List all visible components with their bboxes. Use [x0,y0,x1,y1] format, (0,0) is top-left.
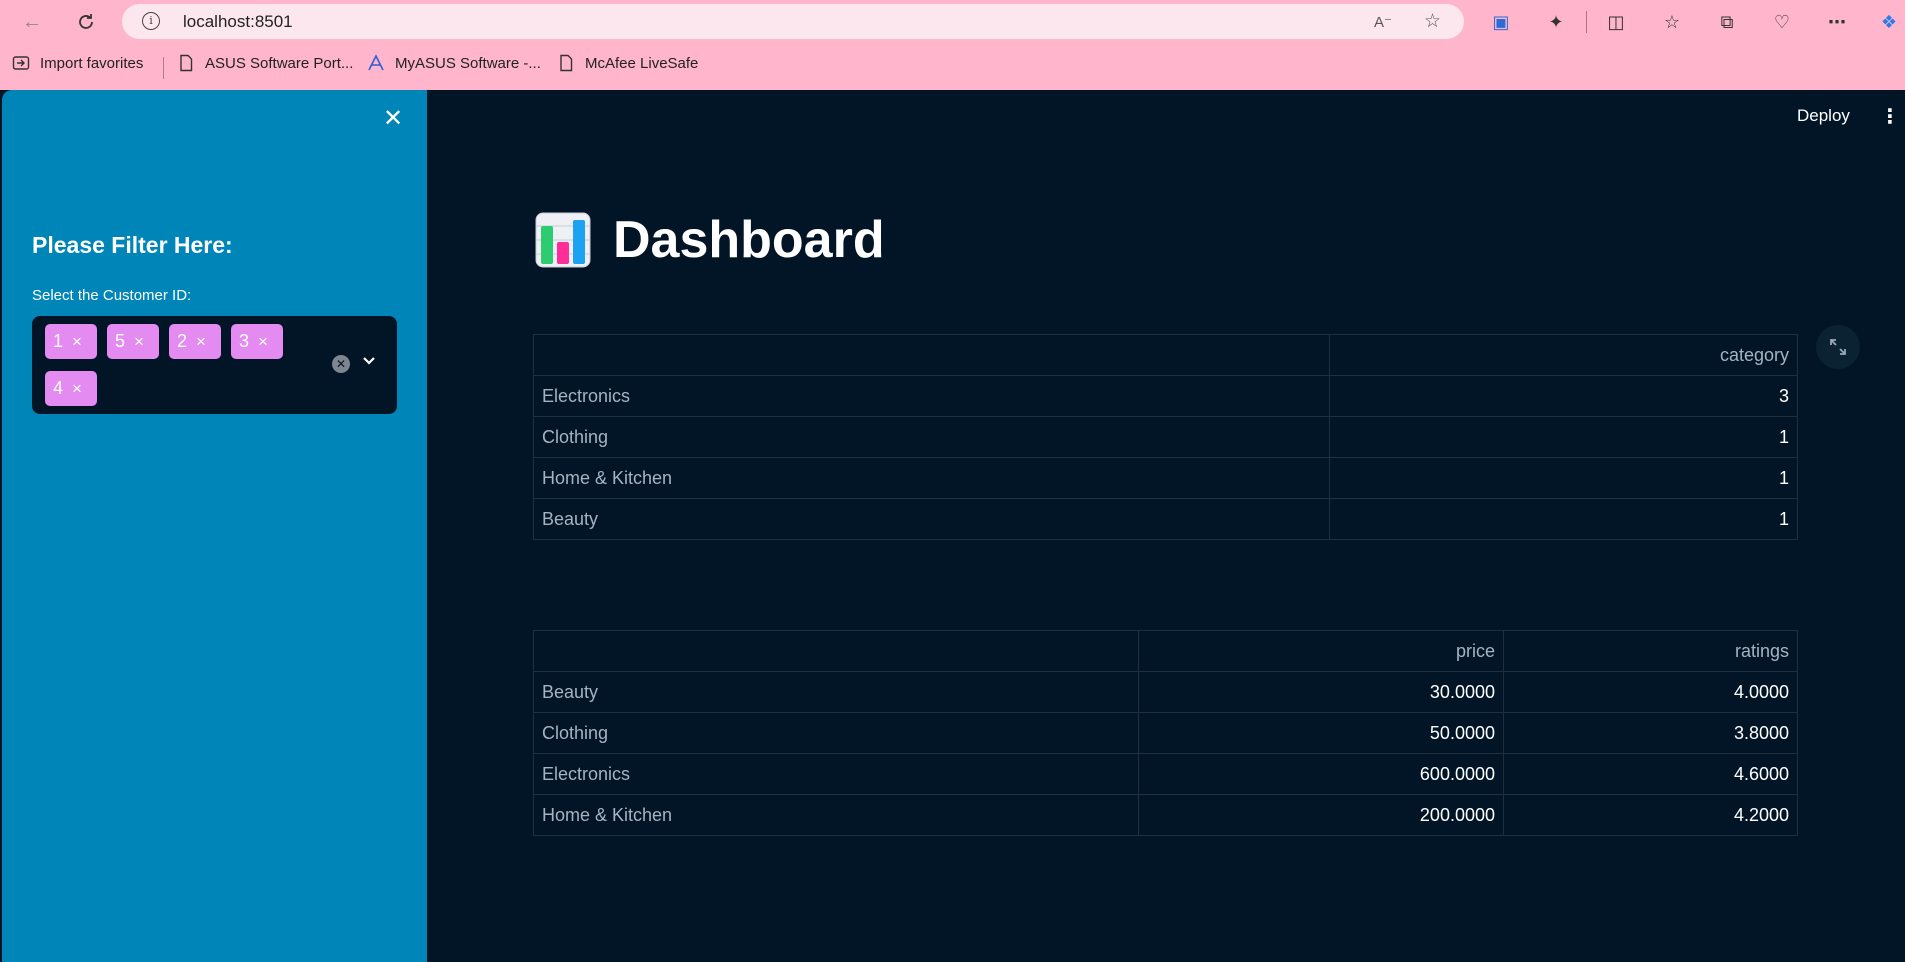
bookmark-mcafee-livesafe[interactable]: McAfee LiveSafe [557,54,698,72]
reload-icon[interactable] [72,8,100,36]
main-content: Deploy ⋮ Dashboard category Electronics … [427,90,1905,962]
category-count-cell: 1 [1329,457,1798,499]
settings-more-icon[interactable]: ⋯ [1824,9,1850,35]
row-index: Electronics [533,753,1139,795]
table-row: Home & Kitchen 1 [533,457,1798,499]
page-icon [560,54,573,72]
customer-id-label: Select the Customer ID: [32,287,192,304]
category-count-table[interactable]: category Electronics 3 Clothing 1 Home &… [533,334,1798,540]
selected-tag: 4 × [45,371,97,406]
table-header-row: category [533,334,1798,376]
expand-icon [1830,339,1846,355]
tag-label: 3 [239,331,250,351]
remove-tag-icon[interactable]: × [72,379,82,399]
ratings-cell: 4.6000 [1503,753,1798,795]
ratings-cell: 4.0000 [1503,671,1798,713]
row-index: Electronics [533,375,1330,417]
bar-chart-icon [535,212,591,268]
favorite-star-icon[interactable]: ☆ [1424,10,1441,33]
page-title: Dashboard [613,211,885,269]
row-index: Beauty [533,671,1139,713]
bookmark-label: Import favorites [40,54,144,72]
ratings-cell: 3.8000 [1503,712,1798,754]
price-ratings-table[interactable]: price ratings Beauty 30.0000 4.0000 Clot… [533,630,1798,836]
bookmark-label: McAfee LiveSafe [585,54,699,72]
remove-tag-icon[interactable]: × [72,332,82,352]
table-header-row: price ratings [533,630,1798,672]
row-index: Clothing [533,416,1330,458]
price-cell: 600.0000 [1138,753,1504,795]
table-row: Home & Kitchen 200.0000 4.2000 [533,794,1798,836]
row-index: Beauty [533,498,1330,540]
price-cell: 200.0000 [1138,794,1504,836]
collections-icon[interactable]: ⧉ [1714,9,1740,35]
selected-tag: 3 × [231,324,283,359]
ratings-cell: 4.2000 [1503,794,1798,836]
back-icon[interactable]: ← [18,8,46,36]
tag-label: 1 [53,331,64,351]
remove-tag-icon[interactable]: × [134,332,144,352]
bookmark-asus-software-portal[interactable]: ASUS Software Port... [177,54,353,72]
import-icon [12,56,30,70]
page-icon [180,54,193,72]
row-index: Clothing [533,712,1139,754]
row-index: Home & Kitchen [533,794,1139,836]
url-text: localhost:8501 [183,12,293,31]
bookmark-label: ASUS Software Port... [205,54,354,72]
remove-tag-icon[interactable]: × [196,332,206,352]
chevron-down-icon[interactable] [362,351,376,372]
index-header [533,630,1139,672]
table-row: Electronics 3 [533,375,1798,417]
screen-cast-icon[interactable]: ▣ [1488,9,1514,35]
table-row: Beauty 30.0000 4.0000 [533,671,1798,713]
bookmark-import-favorites[interactable]: Import favorites [12,54,143,72]
bookmark-label: MyASUS Software -... [395,54,541,72]
myasus-logo-icon [368,54,384,71]
fullscreen-expand-button[interactable] [1816,325,1860,369]
ratings-column-header[interactable]: ratings [1503,630,1798,672]
bookmark-myasus-software[interactable]: MyASUS Software -... [367,54,541,72]
row-index: Home & Kitchen [533,457,1330,499]
tag-label: 4 [53,378,64,398]
clear-all-icon[interactable]: ✕ [332,355,350,373]
deploy-button[interactable]: Deploy [1797,106,1850,126]
browser-health-icon[interactable]: ♡ [1769,9,1795,35]
bookmark-separator [163,57,164,79]
page-header: Dashboard [535,205,885,275]
category-count-cell: 1 [1329,416,1798,458]
selected-tag: 1 × [45,324,97,359]
close-sidebar-icon[interactable]: ✕ [381,107,405,131]
customer-id-multiselect[interactable]: 1 × 5 × 2 × 3 × 4 × ✕ [32,316,397,414]
tag-label: 5 [115,331,126,351]
index-header [533,334,1330,376]
table-row: Beauty 1 [533,498,1798,540]
address-bar[interactable]: i localhost:8501 A⁻ ☆ [122,4,1464,39]
table-row: Electronics 600.0000 4.6000 [533,753,1798,795]
read-aloud-icon[interactable]: A⁻ [1374,13,1392,31]
category-count-cell: 1 [1329,498,1798,540]
price-column-header[interactable]: price [1138,630,1504,672]
browser-chrome: ← i localhost:8501 A⁻ ☆ ▣ ✦ ◫ ☆ ⧉ ♡ ⋯ ❖ … [0,0,1905,90]
price-cell: 30.0000 [1138,671,1504,713]
site-info-icon[interactable]: i [142,12,160,30]
main-menu-icon[interactable]: ⋮ [1880,104,1900,129]
split-screen-icon[interactable]: ◫ [1603,9,1629,35]
tag-label: 2 [177,331,188,351]
category-column-header[interactable]: category [1329,334,1798,376]
table-row: Clothing 50.0000 3.8000 [533,712,1798,754]
table-row: Clothing 1 [533,416,1798,458]
price-cell: 50.0000 [1138,712,1504,754]
sidebar: ✕ Please Filter Here: Select the Custome… [2,90,427,962]
remove-tag-icon[interactable]: × [258,332,268,352]
bookmarks-bar: Import favorites ASUS Software Port... M… [0,50,1905,82]
copilot-icon[interactable]: ❖ [1876,9,1902,35]
browser-toolbar: ← i localhost:8501 A⁻ ☆ ▣ ✦ ◫ ☆ ⧉ ♡ ⋯ ❖ [0,0,1905,43]
selected-tag: 5 × [107,324,159,359]
filter-heading: Please Filter Here: [32,232,233,258]
category-count-cell: 3 [1329,375,1798,417]
selected-tag: 2 × [169,324,221,359]
extensions-icon[interactable]: ✦ [1543,9,1569,35]
favorites-icon[interactable]: ☆ [1659,9,1685,35]
toolbar-separator [1586,11,1587,33]
